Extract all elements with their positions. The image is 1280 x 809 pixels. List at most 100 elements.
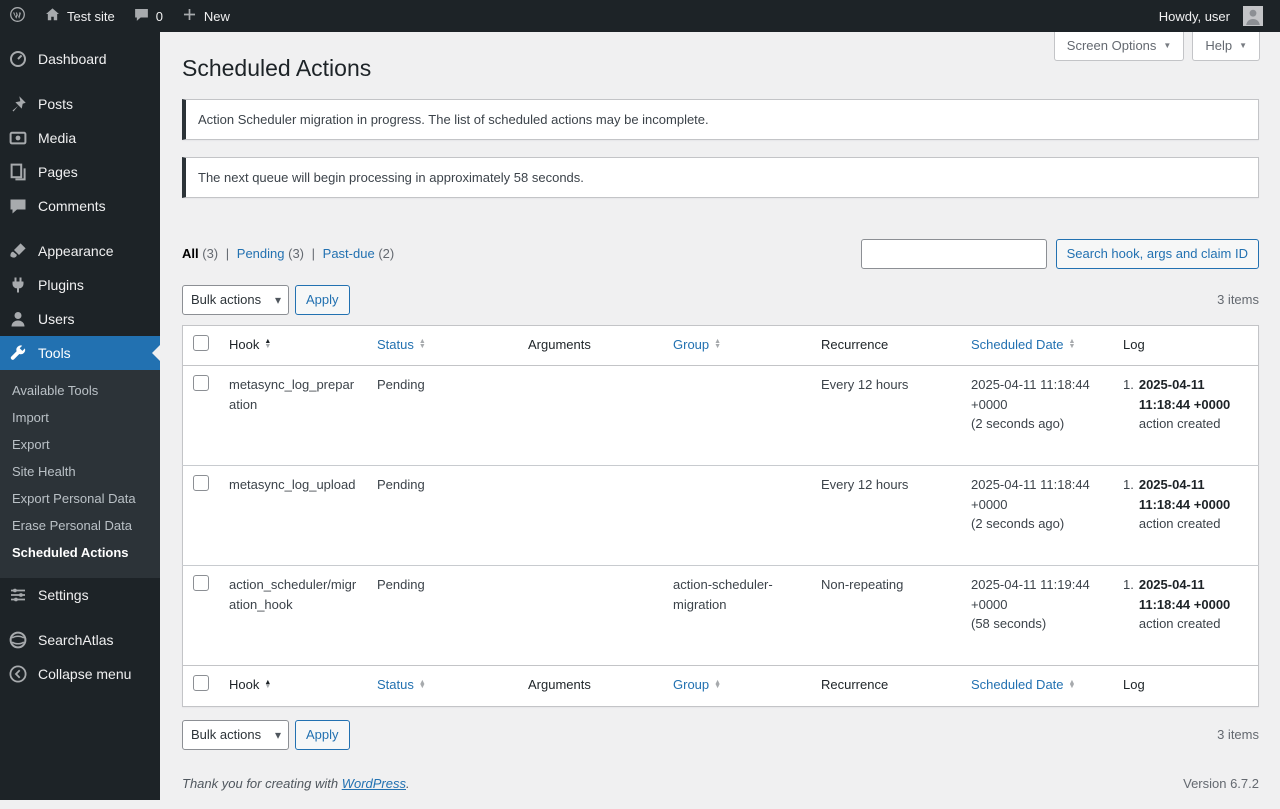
settings-icon [8, 585, 28, 605]
sidebar-item-dashboard[interactable]: Dashboard [0, 42, 160, 76]
howdy-label: Howdy, user [1159, 9, 1230, 24]
comments-count: 0 [156, 9, 163, 24]
row-checkbox[interactable] [193, 575, 209, 591]
menu-separator [0, 612, 160, 623]
sidebar-item-label: Settings [38, 587, 89, 603]
group-cell: action-scheduler-migration [663, 566, 811, 666]
arguments-cell [518, 366, 663, 466]
help-button[interactable]: Help ▼ [1192, 32, 1260, 61]
sidebar-item-label: Plugins [38, 277, 84, 293]
sidebar-item-label: SearchAtlas [38, 632, 113, 648]
table-row: action_scheduler/migration_hook Pending … [183, 566, 1259, 666]
column-header-recurrence: Recurrence [821, 677, 888, 692]
sidebar-item-label: Collapse menu [38, 666, 131, 682]
sort-arrows-icon: ▲▼ [714, 681, 721, 690]
sidebar-item-media[interactable]: Media [0, 121, 160, 155]
column-header-hook[interactable]: Hook ▲▼ [229, 335, 271, 355]
submenu-item-erase-personal-data[interactable]: Erase Personal Data [0, 512, 160, 539]
avatar [1243, 6, 1263, 26]
admin-sidebar: Dashboard Posts Media Pages Comments [0, 32, 160, 800]
sidebar-item-posts[interactable]: Posts [0, 87, 160, 121]
sidebar-item-appearance[interactable]: Appearance [0, 234, 160, 268]
select-all-checkbox[interactable] [193, 675, 209, 691]
screen-options-button[interactable]: Screen Options ▼ [1054, 32, 1185, 61]
submenu-item-scheduled-actions[interactable]: Scheduled Actions [0, 539, 160, 566]
arguments-cell [518, 466, 663, 566]
row-checkbox[interactable] [193, 475, 209, 491]
bulk-actions-select[interactable]: Bulk actions [182, 720, 289, 750]
submenu-item-site-health[interactable]: Site Health [0, 458, 160, 485]
sidebar-item-users[interactable]: Users [0, 302, 160, 336]
log-cell: 1. 2025-04-11 11:18:44 +0000 action crea… [1113, 566, 1259, 666]
recurrence-cell: Every 12 hours [811, 366, 961, 466]
submenu-item-export-personal-data[interactable]: Export Personal Data [0, 485, 160, 512]
user-icon [8, 309, 28, 329]
collapse-arrow-icon [8, 664, 28, 684]
row-checkbox[interactable] [193, 375, 209, 391]
apply-button[interactable]: Apply [295, 720, 350, 750]
bulk-actions-select-wrap: Bulk actions [182, 285, 289, 315]
table-row: metasync_log_upload Pending Every 12 hou… [183, 466, 1259, 566]
group-cell [663, 466, 811, 566]
site-name-menu[interactable]: Test site [35, 0, 124, 32]
wordpress-link[interactable]: WordPress [342, 776, 406, 791]
admin-footer: Thank you for creating with WordPress. V… [182, 750, 1259, 795]
menu-separator [0, 76, 160, 87]
migration-notice: Action Scheduler migration in progress. … [182, 99, 1259, 140]
collapse-menu-button[interactable]: Collapse menu [0, 657, 160, 691]
recurrence-cell: Every 12 hours [811, 466, 961, 566]
status-cell: Pending [367, 566, 518, 666]
sidebar-item-label: Comments [38, 198, 106, 214]
filter-past-due[interactable]: Past-due [323, 246, 375, 261]
comments-menu[interactable]: 0 [124, 0, 172, 32]
dashboard-icon [8, 49, 28, 69]
bulk-actions-select[interactable]: Bulk actions [182, 285, 289, 315]
site-name-label: Test site [67, 9, 115, 24]
wrench-icon [8, 343, 28, 363]
filter-separator: | [226, 246, 229, 261]
sidebar-item-settings[interactable]: Settings [0, 578, 160, 612]
submenu-item-export[interactable]: Export [0, 431, 160, 458]
column-header-status[interactable]: Status ▲▼ [377, 675, 426, 695]
sidebar-item-label: Appearance [38, 243, 114, 259]
select-all-checkbox[interactable] [193, 335, 209, 351]
bulk-actions: Bulk actions Apply [182, 285, 350, 315]
column-header-group[interactable]: Group ▲▼ [673, 675, 721, 695]
filter-separator: | [312, 246, 315, 261]
column-header-scheduled-date[interactable]: Scheduled Date ▲▼ [971, 675, 1075, 695]
sidebar-item-plugins[interactable]: Plugins [0, 268, 160, 302]
column-header-group[interactable]: Group ▲▼ [673, 335, 721, 355]
sidebar-item-tools[interactable]: Tools [0, 336, 160, 370]
sidebar-item-pages[interactable]: Pages [0, 155, 160, 189]
filter-pending-count: (3) [288, 246, 304, 261]
column-header-arguments: Arguments [528, 337, 591, 352]
filter-all-count: (3) [202, 246, 218, 261]
filter-pending[interactable]: Pending [237, 246, 285, 261]
column-header-hook[interactable]: Hook ▲▼ [229, 675, 271, 695]
submenu-item-available-tools[interactable]: Available Tools [0, 377, 160, 404]
submenu-item-import[interactable]: Import [0, 404, 160, 431]
apply-button[interactable]: Apply [295, 285, 350, 315]
filter-all[interactable]: All [182, 246, 199, 261]
table-row: metasync_log_preparation Pending Every 1… [183, 366, 1259, 466]
chevron-down-icon: ▼ [1239, 41, 1247, 50]
new-label: New [204, 9, 230, 24]
admin-bar: Test site 0 New Howdy, user [0, 0, 1280, 32]
search-button[interactable]: Search hook, args and claim ID [1056, 239, 1259, 269]
wordpress-logo-menu[interactable] [0, 0, 35, 32]
column-header-scheduled-date[interactable]: Scheduled Date ▲▼ [971, 335, 1075, 355]
sidebar-item-label: Dashboard [38, 51, 107, 67]
plus-icon [181, 6, 198, 26]
notice-text: The next queue will begin processing in … [198, 170, 584, 185]
sort-arrows-icon: ▲▼ [264, 681, 271, 690]
sidebar-item-label: Tools [38, 345, 71, 361]
comments-bubble-icon [133, 6, 150, 26]
scheduled-date-cell: 2025-04-11 11:18:44 +0000 (2 seconds ago… [961, 466, 1113, 566]
sidebar-item-comments[interactable]: Comments [0, 189, 160, 223]
my-account-menu[interactable]: Howdy, user [1150, 6, 1272, 26]
new-content-menu[interactable]: New [172, 0, 239, 32]
column-header-recurrence: Recurrence [821, 337, 888, 352]
column-header-status[interactable]: Status ▲▼ [377, 335, 426, 355]
search-input[interactable] [861, 239, 1047, 269]
sidebar-item-searchatlas[interactable]: SearchAtlas [0, 623, 160, 657]
